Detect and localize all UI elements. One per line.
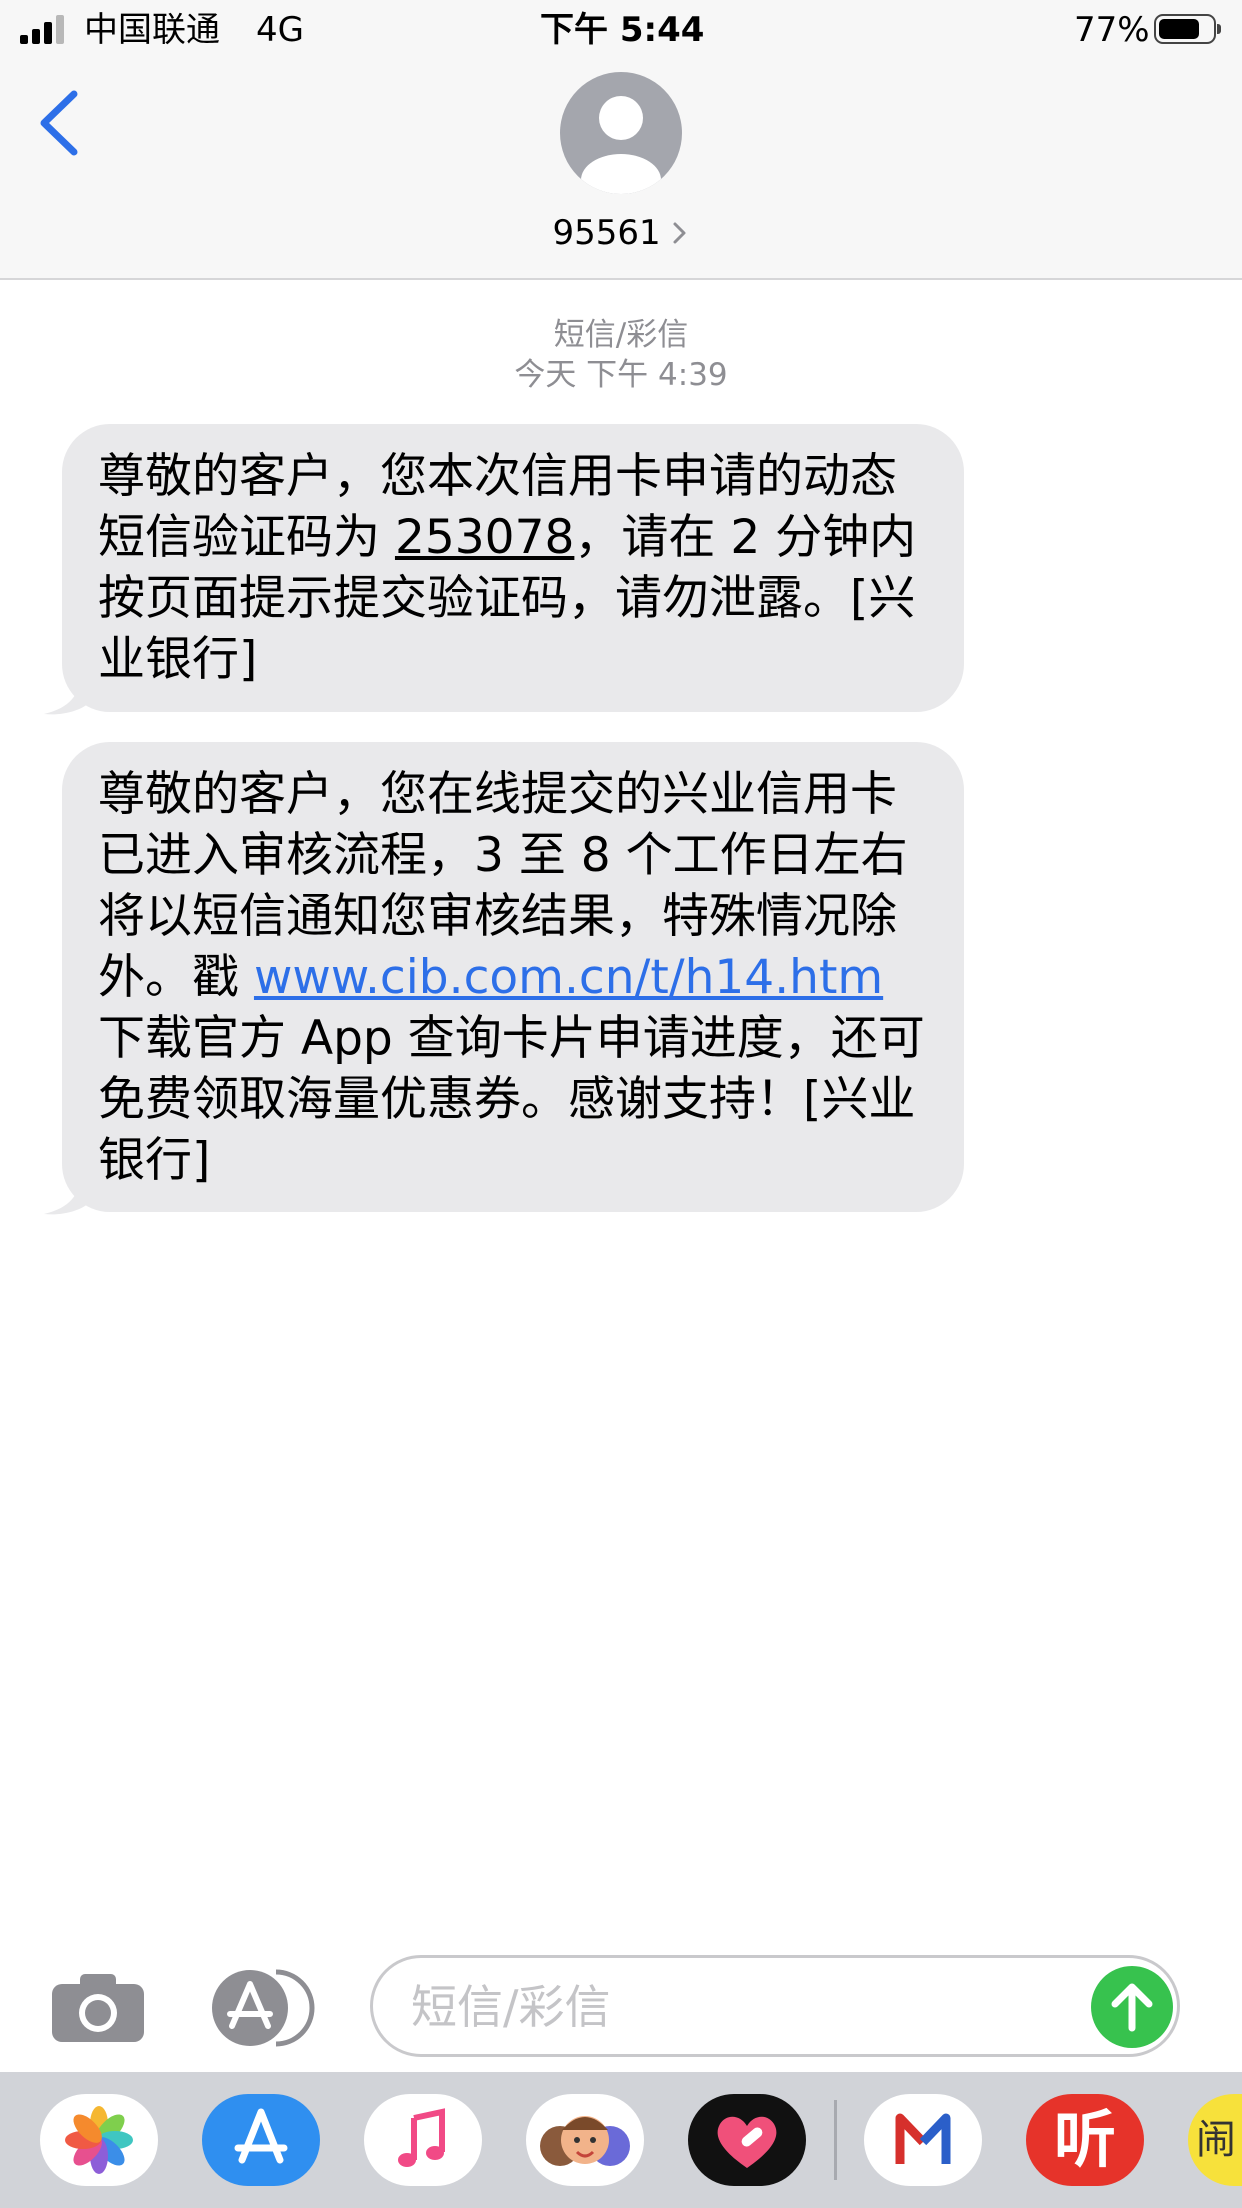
app-store-icon[interactable]: [210, 1968, 318, 2048]
service-label: 短信/彩信: [553, 317, 689, 353]
camera-icon[interactable]: [50, 1972, 146, 2044]
ting-app-label: 听: [1053, 2103, 1116, 2176]
mail-m-app-icon[interactable]: [864, 2094, 982, 2186]
verification-code[interactable]: 253078: [395, 510, 574, 565]
carrier-label: 中国联通: [84, 10, 220, 50]
heart-app-icon[interactable]: [688, 2094, 806, 2186]
signal-icon: [20, 14, 70, 44]
bubble-tail: [44, 676, 90, 715]
memoji-icon[interactable]: [526, 2094, 644, 2186]
message-link[interactable]: www.cib.com.cn/t/h14.htm: [254, 950, 883, 1005]
message-bubble[interactable]: 尊敬的客户，您本次信用卡申请的动态短信验证码为 253078，请在 2 分钟内按…: [62, 424, 964, 712]
battery-percent: 77%: [1074, 10, 1150, 50]
battery-icon: [1154, 14, 1221, 44]
clock: 下午 5:44: [540, 10, 705, 50]
chevron-left-icon[interactable]: [30, 86, 90, 160]
message-text: 尊敬的客户，您在线提交的兴业信用卡已进入审核流程，3 至 8 个工作日左右将以短…: [98, 764, 928, 1191]
bubble-tail: [44, 1176, 90, 1215]
partial-app-icon[interactable]: 闹: [1188, 2094, 1242, 2186]
contact-name: 95561: [552, 213, 661, 253]
message-text: 尊敬的客户，您本次信用卡申请的动态短信验证码为 253078，请在 2 分钟内按…: [98, 446, 928, 690]
thread-timestamp: 今天 下午 4:39: [514, 357, 728, 393]
status-bar: 中国联通 4G 下午 5:44 77%: [0, 0, 1242, 60]
network-label: 4G: [256, 10, 304, 50]
contact-name-button[interactable]: 95561: [400, 208, 842, 258]
person-avatar-icon[interactable]: [560, 72, 682, 194]
message-input[interactable]: 短信/彩信: [370, 1955, 1180, 2057]
partial-app-label: 闹: [1196, 2117, 1236, 2163]
chevron-right-icon: [671, 210, 689, 260]
message-text-part: 下载官方 App 查询卡片申请进度，还可免费领取海量优惠券。感谢支持！[兴业银行…: [98, 1011, 925, 1188]
dock-divider: [834, 2100, 837, 2180]
send-arrow-up-icon[interactable]: [1091, 1966, 1173, 2048]
app-drawer: 听 闹: [0, 2072, 1242, 2208]
photos-icon[interactable]: [40, 2094, 158, 2186]
music-icon[interactable]: [364, 2094, 482, 2186]
message-bubble[interactable]: 尊敬的客户，您在线提交的兴业信用卡已进入审核流程，3 至 8 个工作日左右将以短…: [62, 742, 964, 1212]
conversation-header: 95561: [0, 60, 1242, 280]
message-input-placeholder: 短信/彩信: [411, 1980, 611, 2034]
app-store-icon[interactable]: [202, 2094, 320, 2186]
ting-app-icon[interactable]: 听: [1026, 2094, 1144, 2186]
